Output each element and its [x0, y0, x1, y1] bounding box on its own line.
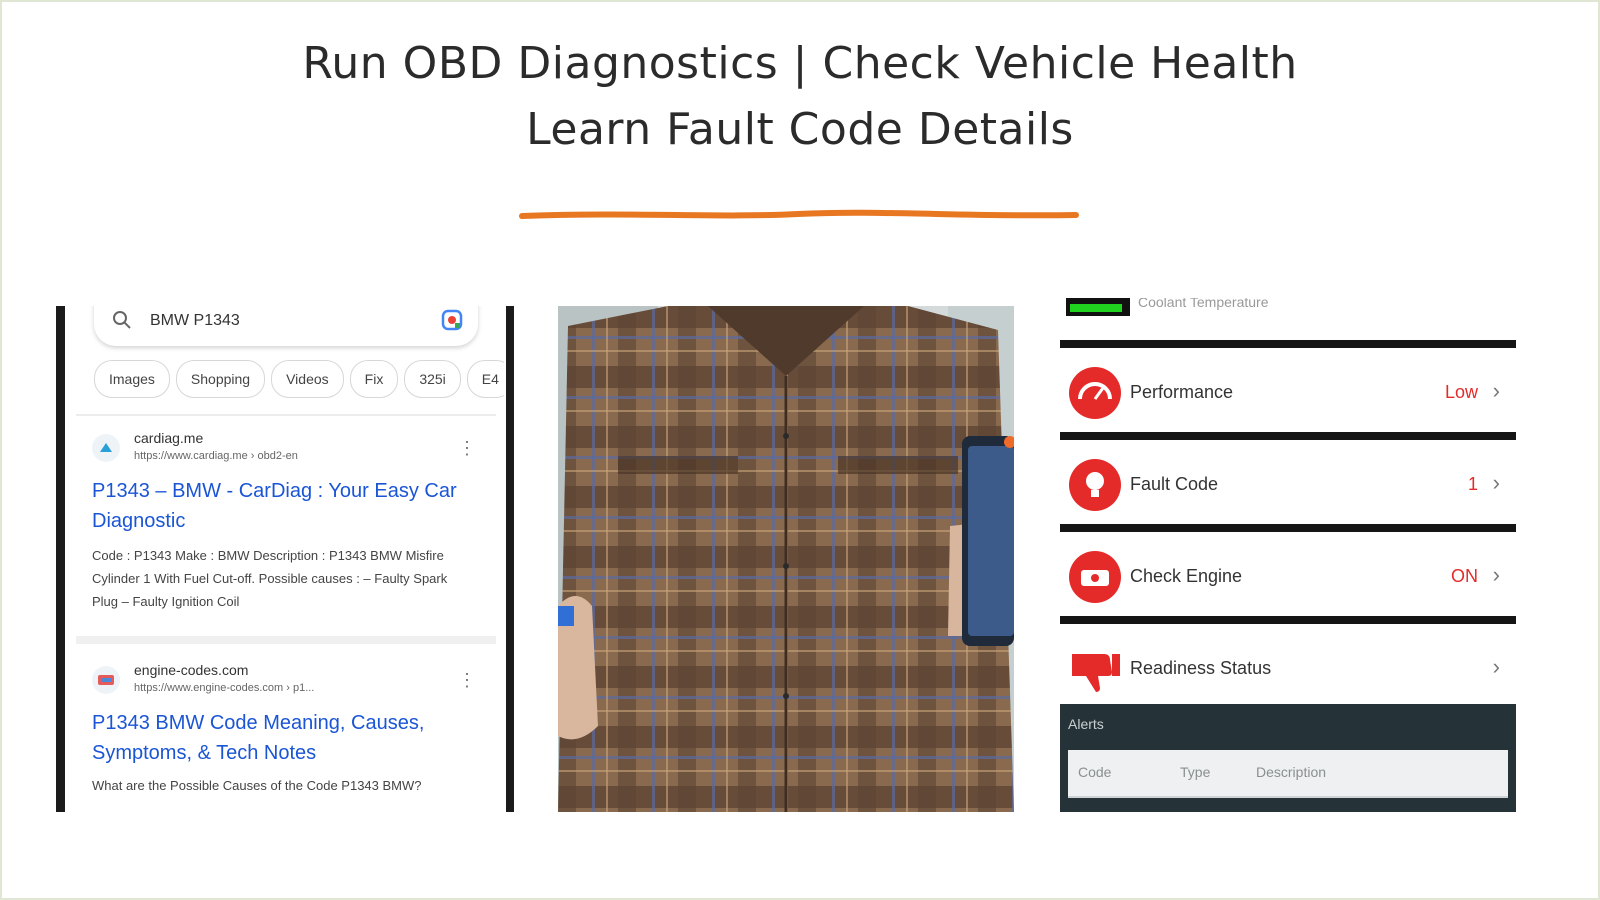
chevron-right-icon: › — [1492, 470, 1500, 495]
row-check-engine[interactable]: Check Engine ON › — [1060, 524, 1516, 614]
row-value: Low — [1444, 382, 1478, 402]
chip-fix[interactable]: Fix — [349, 360, 399, 398]
row-label: Check Engine — [1130, 566, 1243, 586]
result-url: https://www.engine-codes.com › p1... — [134, 682, 315, 694]
bulb-icon — [1069, 459, 1121, 511]
row-label: Readiness Status — [1130, 658, 1272, 678]
divider — [76, 414, 496, 416]
result-title-link[interactable]: P1343 – BMW - CarDiag : Your Easy Car Di… — [92, 476, 472, 536]
row-value: ON — [1451, 566, 1478, 586]
chip-videos[interactable]: Videos — [271, 360, 344, 398]
row-value: 1 — [1467, 474, 1478, 494]
search-query[interactable]: BMW P1343 — [150, 312, 240, 330]
more-options-icon[interactable]: ⋮ — [458, 670, 476, 691]
column-code: Code — [1078, 764, 1112, 780]
row-divider — [1060, 340, 1516, 348]
coolant-bar — [1066, 298, 1130, 316]
row-performance[interactable]: Performance Low › — [1060, 340, 1516, 430]
headline-line-1: Run OBD Diagnostics | Check Vehicle Heal… — [302, 38, 1298, 89]
thumbs-down-icon — [1072, 654, 1120, 692]
row-readiness-status[interactable]: Readiness Status › — [1060, 616, 1516, 706]
site-favicon-icon — [92, 434, 120, 462]
alerts-title: Alerts — [1068, 716, 1104, 732]
gauge-icon — [1069, 367, 1121, 419]
site-favicon-icon — [92, 666, 120, 694]
row-label: Performance — [1130, 382, 1234, 402]
row-fault-code[interactable]: Fault Code 1 › — [1060, 432, 1516, 522]
search-results-panel: BMW P1343 Images Shopping Videos Fix 325i E4 … — [56, 306, 514, 812]
result-snippet: What are the Possible Causes of the Code… — [92, 778, 422, 793]
result-site: cardiag.me — [134, 430, 204, 446]
search-icon — [113, 311, 131, 329]
result-url: https://www.cardiag.me › obd2-en — [134, 450, 298, 462]
engine-icon — [1069, 551, 1121, 603]
chip-e4[interactable]: E4 — [466, 360, 504, 398]
chevron-right-icon: › — [1492, 378, 1500, 403]
row-divider — [1060, 524, 1516, 532]
search-bar[interactable]: BMW P1343 — [94, 306, 478, 346]
phone-edge-right — [506, 306, 514, 812]
column-description: Description — [1256, 764, 1327, 780]
alerts-section: Alerts Code Type Description — [1060, 704, 1516, 812]
obd-app-panel: Coolant Temperature Performance Low › Fa… — [1060, 298, 1516, 812]
chip-325i[interactable]: 325i — [404, 360, 461, 398]
top-row-label: Coolant Temperature — [1138, 298, 1269, 310]
alerts-table-header: Code Type Description — [1068, 750, 1508, 798]
row-label: Fault Code — [1130, 474, 1219, 494]
column-type: Type — [1180, 764, 1211, 780]
phone-edge-left — [56, 306, 65, 812]
row-divider — [1060, 616, 1516, 624]
filter-chips: Images Shopping Videos Fix 325i E4 — [94, 360, 504, 402]
result-separator — [76, 636, 496, 644]
accent-underline — [519, 209, 1079, 219]
row-divider — [1060, 432, 1516, 440]
lens-icon[interactable] — [440, 308, 464, 332]
result-site: engine-codes.com — [134, 662, 249, 678]
result-title-link[interactable]: P1343 BMW Code Meaning, Causes, Symptoms… — [92, 708, 472, 768]
more-options-icon[interactable]: ⋮ — [458, 438, 476, 459]
person-holding-phone-photo — [558, 306, 1014, 812]
chip-shopping[interactable]: Shopping — [175, 360, 266, 398]
chip-images[interactable]: Images — [94, 360, 170, 398]
result-snippet: Code : P1343 Make : BMW Description : P1… — [92, 548, 448, 609]
headline-line-2: Learn Fault Code Details — [526, 104, 1074, 155]
chevron-right-icon: › — [1492, 562, 1500, 587]
chevron-right-icon: › — [1492, 654, 1500, 679]
